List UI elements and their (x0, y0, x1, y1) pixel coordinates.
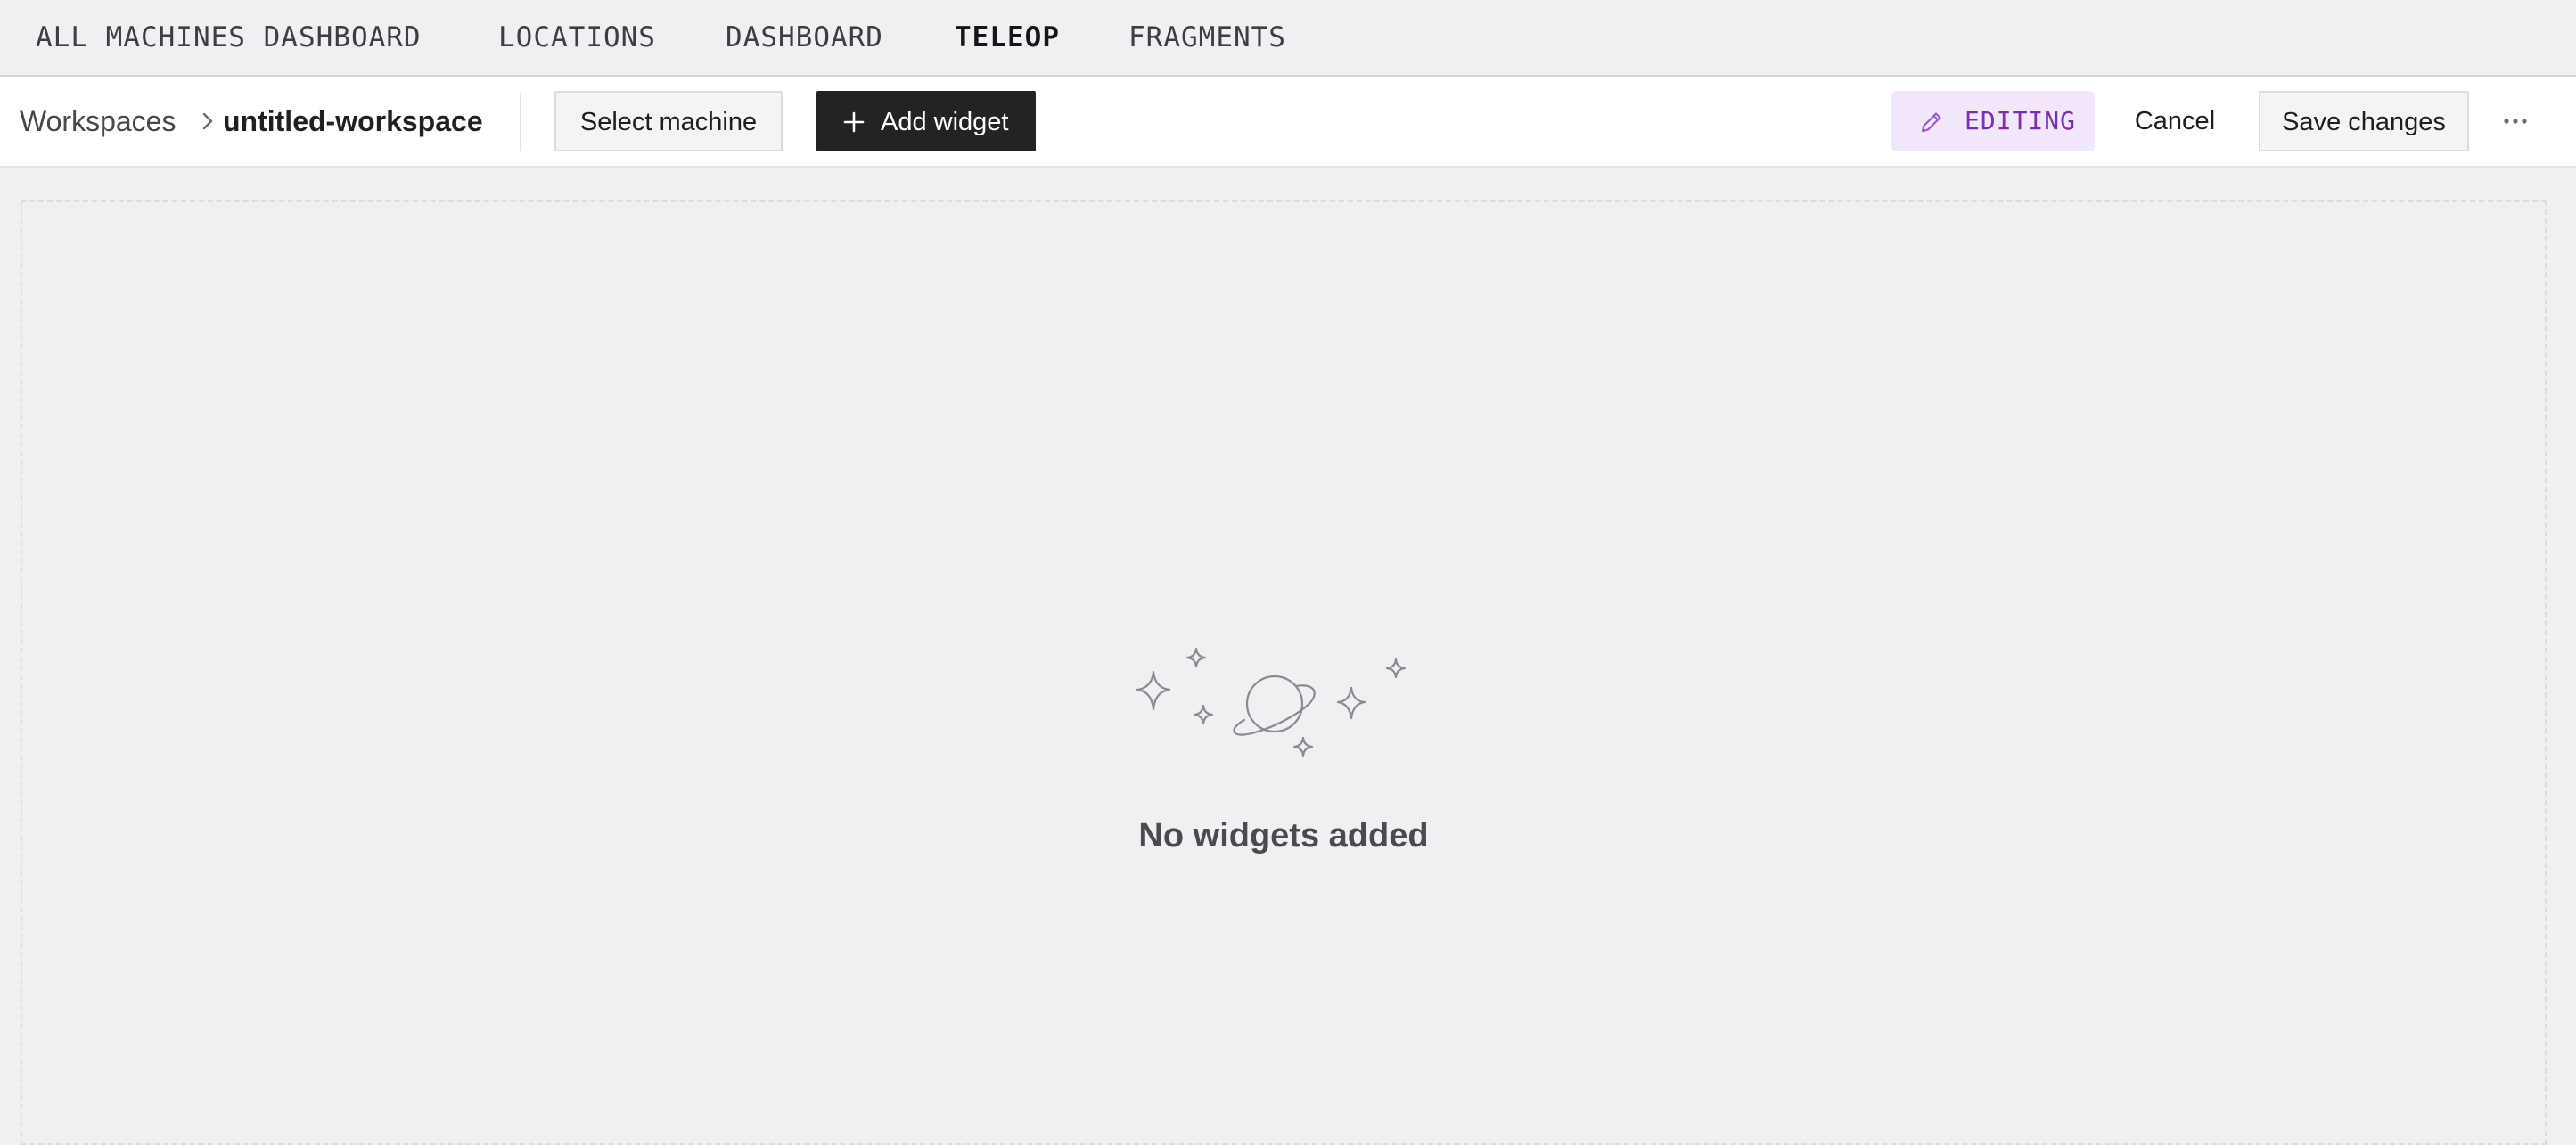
editing-label: EDITING (1965, 106, 2077, 135)
save-changes-button[interactable]: Save changes (2259, 91, 2469, 151)
add-widget-label: Add widget (881, 108, 1009, 136)
tab-dashboard[interactable]: DASHBOARD (726, 20, 883, 55)
tab-teleop[interactable]: TELEOP (955, 20, 1060, 55)
tab-locations[interactable]: LOCATIONS (498, 20, 656, 55)
toolbar-divider (520, 93, 521, 151)
add-widget-button[interactable]: Add widget (816, 91, 1036, 151)
workspace-toolbar: Workspaces untitled-workspace Select mac… (0, 77, 2576, 168)
tab-fragments[interactable]: FRAGMENTS (1128, 20, 1286, 55)
top-nav: ALL MACHINES DASHBOARD LOCATIONS DASHBOA… (0, 0, 2576, 77)
select-machine-button[interactable]: Select machine (554, 91, 783, 151)
empty-state-message: No widgets added (1138, 817, 1429, 855)
breadcrumb-current-workspace: untitled-workspace (223, 105, 483, 137)
more-horizontal-icon[interactable] (2498, 103, 2533, 139)
planet-stars-icon (1136, 647, 1407, 757)
cancel-button[interactable]: Cancel (2116, 91, 2234, 151)
editing-status-badge: EDITING (1891, 91, 2095, 151)
pencil-icon (1921, 112, 1941, 133)
breadcrumb-workspaces-link[interactable]: Workspaces (20, 103, 176, 139)
plus-icon (843, 111, 865, 133)
chevron-right-icon (202, 112, 213, 130)
tab-all-machines-dashboard[interactable]: ALL MACHINES DASHBOARD (36, 20, 422, 55)
